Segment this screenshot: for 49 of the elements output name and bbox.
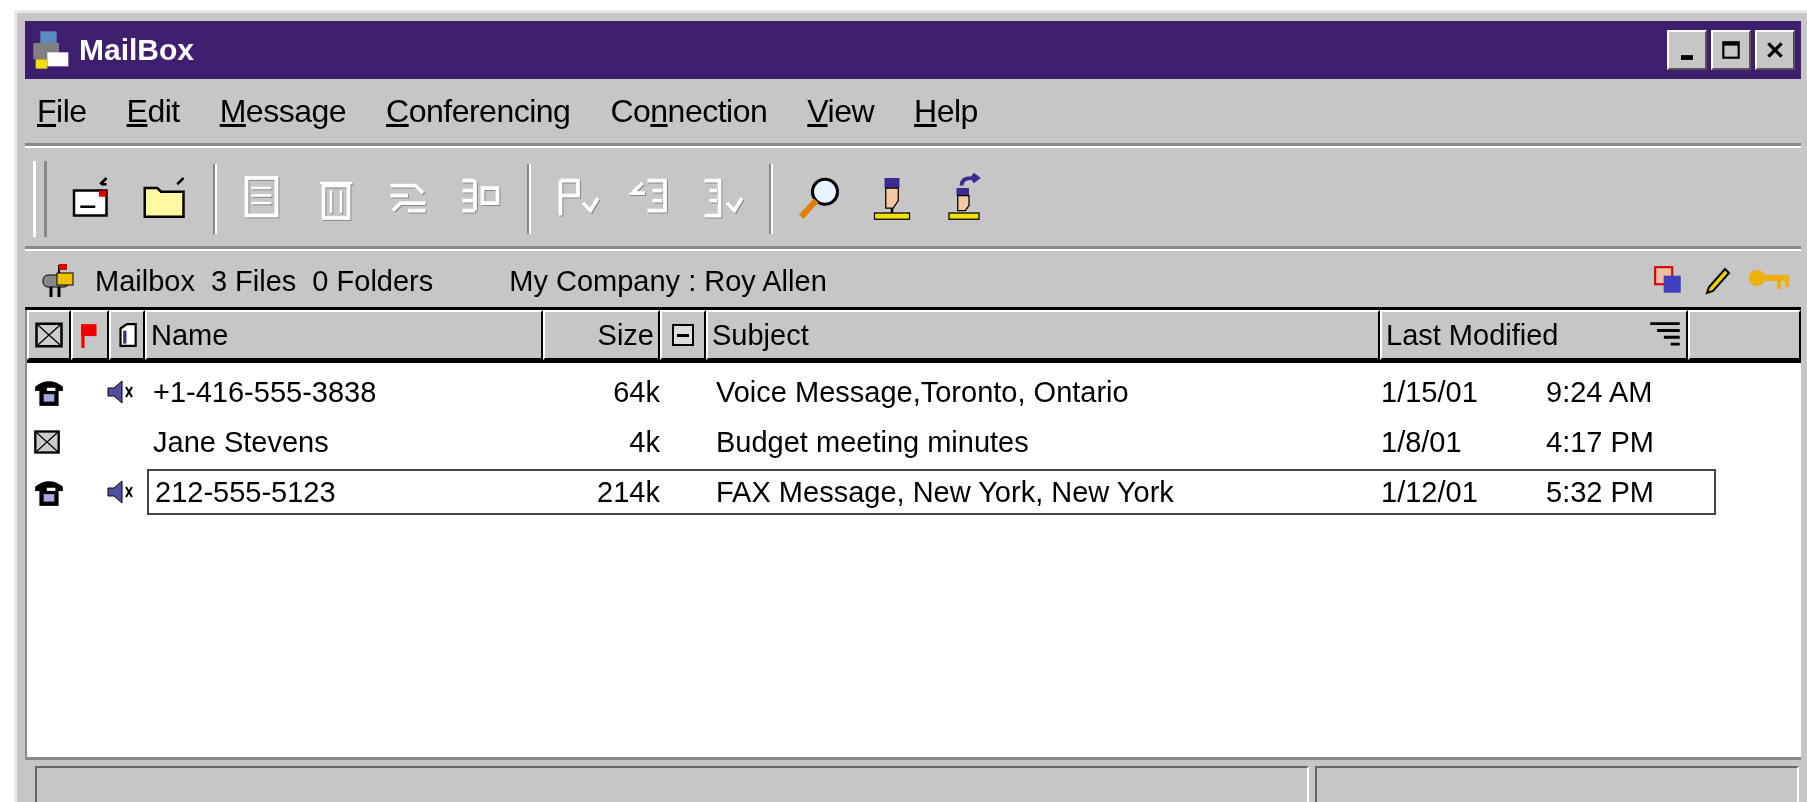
menu-item[interactable]: Message — [199, 92, 367, 130]
date-cell: 1/12/01 — [1373, 469, 1546, 515]
folder-count: 0 Folders — [312, 264, 434, 298]
last-modified-column-header[interactable]: Last Modified — [1380, 310, 1688, 360]
menu-item[interactable]: Conferencing — [366, 92, 591, 130]
attachment-column-header[interactable] — [109, 310, 145, 360]
window-title: MailBox — [79, 33, 195, 67]
menu-item[interactable]: Edit — [106, 92, 200, 130]
size-cell: 214k — [539, 469, 660, 515]
menu-item[interactable]: Help — [894, 92, 998, 130]
toolbar-grip[interactable] — [33, 161, 47, 237]
minimize-button[interactable] — [1667, 30, 1707, 70]
menu-item[interactable]: Connection — [590, 92, 788, 130]
time-cell-text: 9:24 AM — [1546, 374, 1654, 410]
flag-column-header[interactable] — [71, 310, 109, 360]
size-cell-text: 4k — [628, 424, 660, 460]
file-count: 3 Files — [210, 264, 297, 298]
subject-cell-text: Voice Message,Toronto, Ontario — [715, 374, 1130, 410]
sender-cell-text: Jane Stevens — [152, 424, 330, 460]
subject-cell: FAX Message, New York, New York — [660, 469, 1373, 515]
envelope-icon — [34, 320, 64, 350]
close-icon — [1764, 39, 1786, 61]
menu-item[interactable]: View — [787, 92, 895, 130]
size-cell-text: 64k — [612, 374, 660, 410]
menu-item[interactable]: File — [25, 92, 107, 130]
message-row[interactable]: +1-416-555-3838 64k Voice Message,Toronto, Ontario 1/15/01 9:24 AM — [27, 367, 1801, 417]
sender-cell: 212-555-5123 — [147, 469, 539, 515]
date-cell-text: 1/15/01 — [1380, 374, 1479, 410]
empty-column-header[interactable] — [1688, 310, 1801, 360]
company-user-label: My Company : Roy Allen — [509, 264, 827, 298]
date-cell-text: 1/8/01 — [1380, 424, 1463, 460]
maximize-icon — [1720, 39, 1742, 61]
sender-cell-text: +1-416-555-3838 — [152, 374, 378, 410]
maximize-button[interactable] — [1711, 30, 1751, 70]
size-column-header[interactable]: Size — [543, 310, 660, 360]
time-cell: 5:32 PM — [1546, 469, 1716, 515]
message-row[interactable]: Jane Stevens 4k Budget meeting minutes 1/8/01 4:17 PM — [27, 417, 1801, 467]
name-column-header[interactable]: Name — [145, 310, 543, 360]
minimize-icon — [1681, 54, 1693, 60]
collapse-button[interactable] — [660, 310, 706, 360]
message-row[interactable]: 212-555-5123 214k FAX Message, New York, New York 1/12/01 5:32 PM — [27, 467, 1801, 517]
subject-cell-text: Budget meeting minutes — [715, 424, 1030, 460]
minus-icon — [671, 321, 695, 349]
close-button[interactable] — [1755, 30, 1795, 70]
envelope-icon — [33, 428, 61, 456]
mailbox-label: Mailbox — [95, 264, 195, 298]
time-cell-text: 4:17 PM — [1546, 424, 1655, 460]
subject-column-header[interactable]: Subject — [706, 310, 1380, 360]
read-status-column-header[interactable] — [27, 310, 71, 360]
